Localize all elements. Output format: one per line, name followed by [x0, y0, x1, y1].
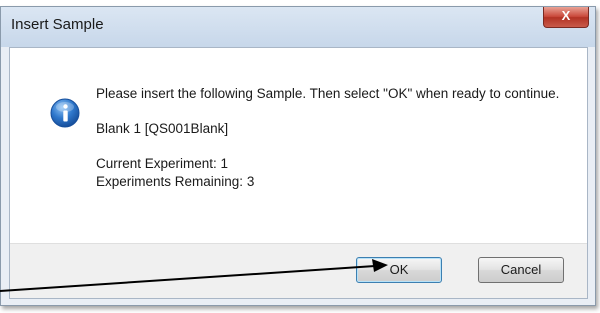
insert-sample-dialog: Insert Sample X Please insert the follow…: [0, 6, 596, 306]
current-experiment-text: Current Experiment: 1: [96, 156, 229, 171]
button-bar: OK Cancel: [10, 243, 587, 298]
title-bar[interactable]: Insert Sample X: [1, 7, 595, 47]
information-icon: [50, 98, 80, 128]
experiments-remaining-text: Experiments Remaining: 3: [96, 174, 255, 189]
message-area: Please insert the following Sample. Then…: [96, 85, 566, 191]
close-icon: X: [561, 8, 571, 23]
dialog-content: Please insert the following Sample. Then…: [9, 47, 588, 299]
dialog-title: Insert Sample: [11, 16, 104, 33]
close-button[interactable]: X: [543, 7, 589, 28]
sample-name: Blank 1 [QS001Blank]: [96, 121, 229, 136]
instruction-text: Please insert the following Sample. Then…: [96, 86, 560, 101]
cancel-button[interactable]: Cancel: [478, 257, 564, 283]
ok-button[interactable]: OK: [356, 257, 442, 283]
